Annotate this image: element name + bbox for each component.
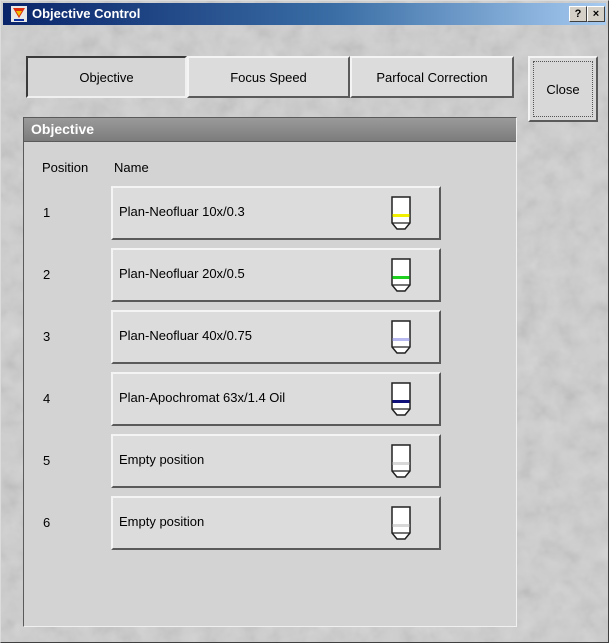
- row-position: 4: [43, 391, 51, 406]
- objective-name: Plan-Neofluar 10x/0.3: [119, 204, 245, 219]
- objective-icon: [391, 196, 411, 230]
- panel-title: Objective: [31, 121, 95, 137]
- row-position: 5: [43, 453, 51, 468]
- objective-icon: [391, 444, 411, 478]
- row-position: 1: [43, 205, 51, 220]
- close-button[interactable]: Close: [528, 56, 598, 122]
- objective-button[interactable]: Plan-Apochromat 63x/1.4 Oil: [111, 372, 441, 426]
- tab-objective[interactable]: Objective: [26, 56, 187, 98]
- objective-icon: [391, 506, 411, 540]
- objective-name: Empty position: [119, 452, 205, 467]
- objective-button[interactable]: Plan-Neofluar 40x/0.75: [111, 310, 441, 364]
- help-button[interactable]: ?: [569, 6, 587, 22]
- tab-parfocal-correction[interactable]: Parfocal Correction: [350, 56, 514, 98]
- tab-focus-speed[interactable]: Focus Speed: [187, 56, 350, 98]
- objective-button[interactable]: Plan-Neofluar 10x/0.3: [111, 186, 441, 240]
- objective-control-window: Objective Control ? × Objective Focus Sp…: [0, 0, 609, 643]
- tab-label: Parfocal Correction: [376, 69, 488, 85]
- row-position: 3: [43, 329, 51, 344]
- window-close-button[interactable]: ×: [587, 6, 605, 22]
- objective-button[interactable]: Empty position: [111, 434, 441, 488]
- column-header-position: Position: [42, 160, 89, 175]
- row-position: 2: [43, 267, 51, 282]
- tab-label: Objective: [79, 69, 134, 85]
- objective-name: Plan-Apochromat 63x/1.4 Oil: [119, 390, 286, 405]
- close-button-label: Close: [546, 81, 580, 97]
- objective-icon: [391, 258, 411, 292]
- objective-panel: Objective Position Name 1 Plan-Neofluar 1…: [23, 117, 517, 627]
- app-logo-icon: [11, 6, 27, 22]
- objective-name: Plan-Neofluar 40x/0.75: [119, 328, 252, 343]
- objective-icon: [391, 382, 411, 416]
- tab-label: Focus Speed: [230, 69, 307, 85]
- objective-name: Empty position: [119, 514, 205, 529]
- objective-icon: [391, 320, 411, 354]
- title-bar[interactable]: Objective Control ? ×: [3, 3, 606, 25]
- objective-name: Plan-Neofluar 20x/0.5: [119, 266, 245, 281]
- objective-button[interactable]: Plan-Neofluar 20x/0.5: [111, 248, 441, 302]
- column-header-name: Name: [114, 160, 149, 175]
- row-position: 6: [43, 515, 51, 530]
- panel-header: Objective: [24, 118, 516, 142]
- window-title: Objective Control: [32, 6, 141, 21]
- objective-button[interactable]: Empty position: [111, 496, 441, 550]
